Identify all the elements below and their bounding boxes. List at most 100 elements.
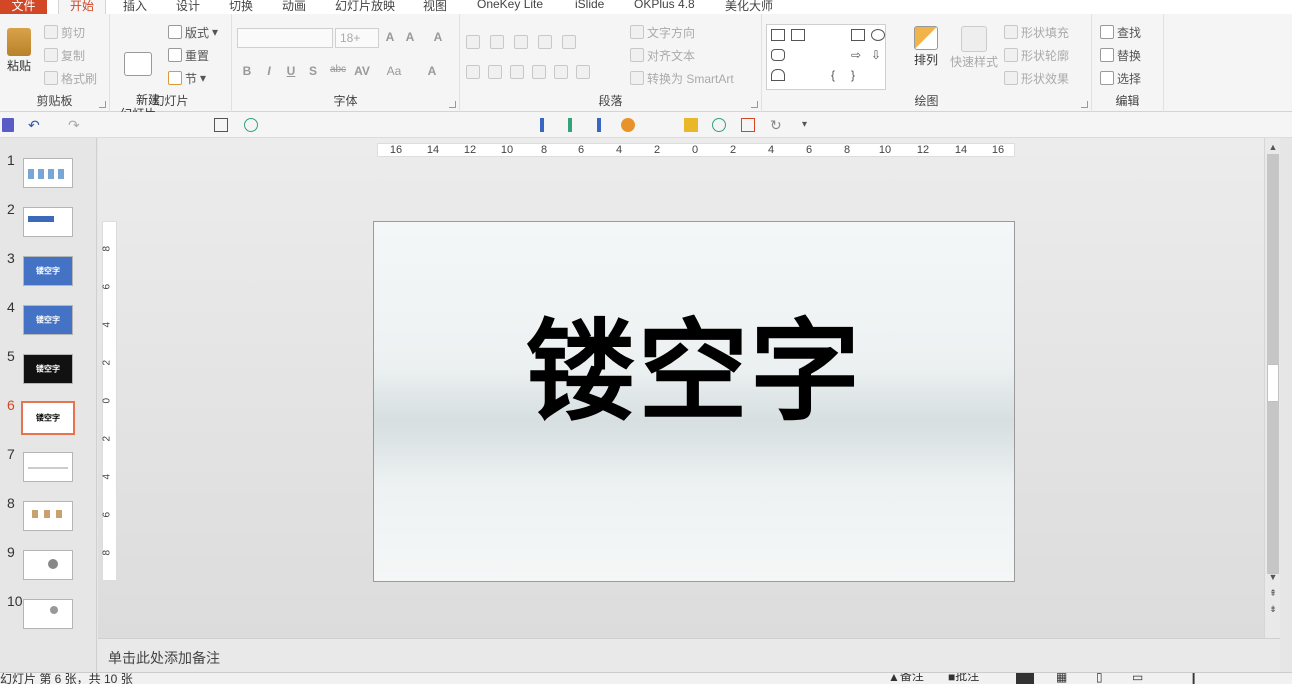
font-size-field[interactable]: 18+ xyxy=(335,28,379,48)
replace-button[interactable]: 替换 xyxy=(1100,45,1141,65)
align-center-icon[interactable] xyxy=(488,65,502,79)
shape-outline-button[interactable]: 形状轮廓 xyxy=(1004,45,1069,65)
slide-title-text[interactable]: 镂空字 xyxy=(374,282,1014,442)
clear-format-button[interactable]: A xyxy=(430,30,446,46)
slide-thumb-6[interactable]: 6 镂空字 xyxy=(0,397,97,437)
tab-view[interactable]: 视图 xyxy=(423,0,447,14)
align-text-button[interactable]: 对齐文本 xyxy=(630,45,695,65)
slide-preview[interactable] xyxy=(23,501,73,531)
brace-left-shape-icon[interactable]: { xyxy=(831,69,845,81)
strikethrough-button[interactable]: abc xyxy=(326,64,350,80)
zoom-slider[interactable]: ┃ xyxy=(1190,673,1197,684)
underline-button[interactable]: U xyxy=(283,64,299,80)
arrow-right-shape-icon[interactable]: ⇨ xyxy=(851,49,865,61)
blue-bar-icon[interactable] xyxy=(597,118,601,132)
smartart-button[interactable]: 转换为 SmartArt xyxy=(630,68,734,88)
rotate-icon[interactable]: ↻ xyxy=(770,118,784,132)
next-slide-icon[interactable]: ⇟ xyxy=(1265,602,1281,616)
columns-icon[interactable] xyxy=(576,65,590,79)
text-direction-button[interactable]: 文字方向 xyxy=(630,22,695,42)
slide-preview[interactable]: 镂空字 xyxy=(23,305,73,335)
slide-thumb-3[interactable]: 3 镂空字 xyxy=(0,250,97,290)
slide-thumb-4[interactable]: 4 镂空字 xyxy=(0,299,97,339)
comments-toggle[interactable]: ■ 批注 xyxy=(948,673,979,684)
shape-effects-button[interactable]: 形状效果 xyxy=(1004,68,1069,88)
slide-thumb-7[interactable]: 7 xyxy=(0,446,97,486)
change-case-button[interactable]: Aa xyxy=(382,64,406,80)
vertical-scrollbar[interactable]: ▲ ▼ ⇞ ⇟ xyxy=(1264,138,1280,638)
section-button[interactable]: 节 ▾ xyxy=(168,68,206,88)
slide-sorter-icon[interactable]: ▦ xyxy=(1056,673,1067,684)
clipboard-launcher-icon[interactable] xyxy=(99,101,106,108)
grow-font-button[interactable]: A xyxy=(382,30,398,46)
tab-home[interactable]: 开始 xyxy=(58,0,106,14)
freeform-shape-icon[interactable] xyxy=(771,69,785,81)
paste-button[interactable]: 粘贴 xyxy=(4,28,34,73)
tab-okplus[interactable]: OKPlus 4.8 xyxy=(634,0,695,14)
paragraph-launcher-icon[interactable] xyxy=(751,101,758,108)
save-icon[interactable] xyxy=(2,118,14,132)
increase-indent-icon[interactable] xyxy=(538,35,552,49)
tab-design[interactable]: 设计 xyxy=(176,0,200,14)
tab-islide[interactable]: iSlide xyxy=(575,0,604,14)
shadow-button[interactable]: S xyxy=(305,64,321,80)
tab-transitions[interactable]: 切换 xyxy=(229,0,253,14)
cut-button[interactable]: 剪切 xyxy=(44,22,85,42)
slide-thumb-8[interactable]: 8 xyxy=(0,495,97,535)
slide-preview[interactable] xyxy=(23,550,73,580)
previous-slide-icon[interactable]: ⇞ xyxy=(1265,586,1281,600)
customize-qat-icon[interactable]: ▾ xyxy=(802,118,810,132)
layout-button[interactable]: 版式 ▾ xyxy=(168,22,218,42)
bullets-icon[interactable] xyxy=(466,35,480,49)
slide-thumb-2[interactable]: 2 xyxy=(0,201,97,241)
slide-thumb-10[interactable]: 10 xyxy=(0,593,97,633)
merge-shapes-icon[interactable] xyxy=(621,118,635,132)
reset-button[interactable]: 重置 xyxy=(168,45,209,65)
slide-preview[interactable]: 镂空字 xyxy=(23,256,73,286)
align-left-icon[interactable] xyxy=(466,65,480,79)
align-right-icon[interactable] xyxy=(510,65,524,79)
current-slide[interactable]: 镂空字 xyxy=(373,221,1015,582)
scroll-down-icon[interactable]: ▼ xyxy=(1265,570,1281,584)
tab-file[interactable]: 文件 xyxy=(0,0,47,14)
copy-button[interactable]: 复制 xyxy=(44,45,85,65)
tab-insert[interactable]: 插入 xyxy=(123,0,147,14)
normal-view-icon[interactable] xyxy=(1016,673,1034,684)
align-bar-icon[interactable] xyxy=(540,118,544,132)
green-bar-icon[interactable] xyxy=(568,118,572,132)
slideshow-view-icon[interactable]: ▭ xyxy=(1132,673,1143,684)
tab-onekey[interactable]: OneKey Lite xyxy=(477,0,543,14)
textbox-shape-icon[interactable] xyxy=(771,29,785,41)
oval-shape-icon[interactable] xyxy=(871,29,885,41)
slide-preview-selected[interactable]: 镂空字 xyxy=(21,401,75,435)
slide-thumb-5[interactable]: 5 镂空字 xyxy=(0,348,97,388)
brace-right-shape-icon[interactable]: } xyxy=(851,69,865,81)
scroll-up-icon[interactable]: ▲ xyxy=(1265,140,1281,154)
font-name-field[interactable] xyxy=(237,28,333,48)
drawing-launcher-icon[interactable] xyxy=(1081,101,1088,108)
shape-fill-button[interactable]: 形状填充 xyxy=(1004,22,1069,42)
scroll-thumb[interactable] xyxy=(1267,364,1279,402)
reading-view-icon[interactable]: ▯ xyxy=(1096,673,1103,684)
font-color-button[interactable]: A xyxy=(424,64,440,80)
slide-preview[interactable] xyxy=(23,599,73,629)
rectangle-shape-icon[interactable] xyxy=(851,29,865,41)
numbering-icon[interactable] xyxy=(490,35,504,49)
grid-icon[interactable] xyxy=(741,118,755,132)
distributed-icon[interactable] xyxy=(554,65,568,79)
format-painter-button[interactable]: 格式刷 xyxy=(44,68,97,88)
rounded-rect-shape-icon[interactable] xyxy=(771,49,785,61)
arrange-button[interactable]: 排列 xyxy=(908,26,944,67)
undo-icon[interactable]: ↶ xyxy=(28,118,46,132)
textbox-icon[interactable] xyxy=(214,118,228,132)
shapes-gallery[interactable]: ⇨ ⇩ { } xyxy=(766,24,886,90)
decrease-indent-icon[interactable] xyxy=(514,35,528,49)
line-spacing-icon[interactable] xyxy=(562,35,576,49)
notes-pane[interactable]: 单击此处添加备注 xyxy=(98,638,1280,672)
shrink-font-button[interactable]: A xyxy=(402,30,418,46)
notes-toggle[interactable]: ▲ 备注 xyxy=(888,673,924,684)
font-launcher-icon[interactable] xyxy=(449,101,456,108)
tab-slideshow[interactable]: 幻灯片放映 xyxy=(335,0,395,14)
slide-thumb-9[interactable]: 9 xyxy=(0,544,97,584)
italic-button[interactable]: I xyxy=(261,64,277,80)
